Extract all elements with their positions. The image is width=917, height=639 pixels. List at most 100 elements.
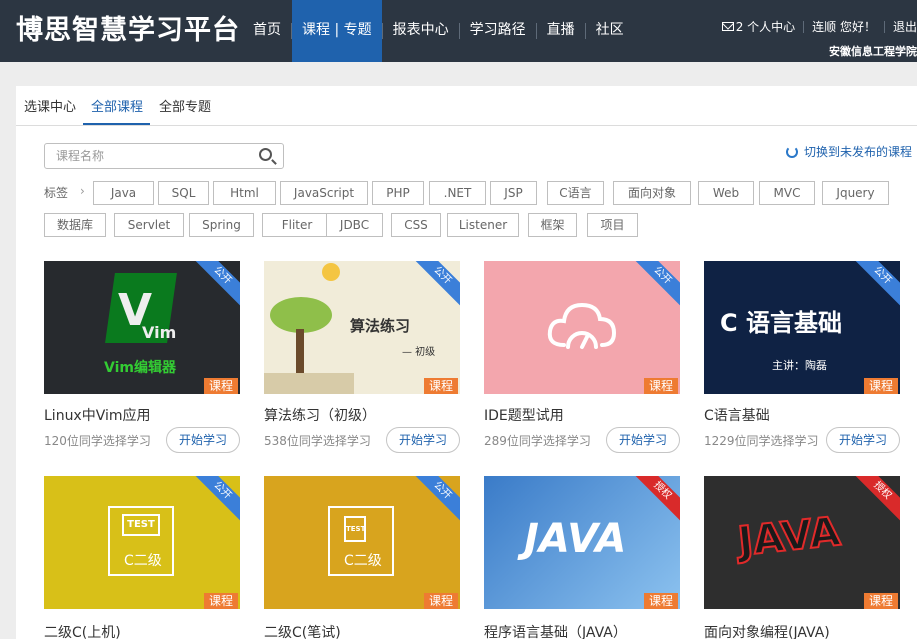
course-badge: 课程	[644, 378, 678, 394]
start-learning-button[interactable]: 开始学习	[826, 427, 900, 453]
user-divider	[803, 21, 804, 33]
course-title[interactable]: C语言基础	[704, 405, 770, 425]
start-learning-button[interactable]: 开始学习	[606, 427, 680, 453]
tab-all-courses[interactable]: 全部课程	[91, 96, 143, 115]
learner-count: 120位同学选择学习	[44, 432, 151, 449]
tag-database[interactable]: 数据库	[44, 213, 106, 237]
visibility-ribbon: 公开	[848, 261, 900, 310]
course-thumbnail[interactable]: TEST C二级 公开 课程	[44, 476, 240, 609]
active-tab-indicator	[83, 123, 150, 125]
tag-c-language[interactable]: C语言	[547, 181, 604, 205]
ground-illustration	[264, 373, 354, 394]
course-thumbnail[interactable]: C 语言基础 主讲：陶磊 公开 课程	[704, 261, 900, 394]
switch-unpublished-link[interactable]: 切换到未发布的课程	[786, 143, 912, 160]
course-thumbnail[interactable]: V Vim Vim编辑器 公开 课程	[44, 261, 240, 394]
learner-count: 1229位同学选择学习	[704, 432, 819, 449]
visibility-ribbon: 公开	[188, 476, 240, 525]
nav-live[interactable]: 直播	[537, 0, 585, 62]
nav-home[interactable]: 首页	[243, 0, 291, 62]
course-badge: 课程	[644, 593, 678, 609]
course-title[interactable]: 面向对象编程(JAVA)	[704, 622, 830, 639]
learner-count: 289位同学选择学习	[484, 432, 591, 449]
user-divider	[884, 21, 885, 33]
course-card[interactable]: TEST C二级 公开 课程 二级C(笔试)	[264, 476, 460, 609]
tag-spring[interactable]: Spring	[189, 213, 254, 237]
course-thumbnail[interactable]: TEST C二级 公开 课程	[264, 476, 460, 609]
nav-learning-path[interactable]: 学习路径	[460, 0, 536, 62]
learner-count: 538位同学选择学习	[264, 432, 371, 449]
tag-jdbc[interactable]: JDBC	[326, 213, 383, 237]
course-thumbnail[interactable]: JAVA 授权 课程	[704, 476, 900, 609]
tag-project[interactable]: 项目	[587, 213, 638, 237]
course-card[interactable]: C 语言基础 主讲：陶磊 公开 课程 C语言基础 1229位同学选择学习 开始学…	[704, 261, 900, 394]
course-thumbnail[interactable]: 算法练习 — 初级 公开 课程	[264, 261, 460, 394]
course-badge: 课程	[204, 593, 238, 609]
tag-jsp[interactable]: JSP	[490, 181, 537, 205]
course-thumbnail[interactable]: JAVA 授权 课程	[484, 476, 680, 609]
tag-javascript[interactable]: JavaScript	[280, 181, 368, 205]
tag-framework[interactable]: 框架	[528, 213, 577, 237]
tag-servlet[interactable]: Servlet	[114, 213, 184, 237]
tag-html[interactable]: Html	[213, 181, 276, 205]
search-input[interactable]	[45, 144, 245, 168]
visibility-ribbon: 公开	[408, 476, 460, 525]
personal-center-link[interactable]: 2 个人中心	[736, 18, 795, 35]
user-area: 2 个人中心 连顺 您好！ 退出	[722, 18, 917, 35]
tag-mvc[interactable]: MVC	[759, 181, 815, 205]
tag-web[interactable]: Web	[698, 181, 754, 205]
mail-icon[interactable]	[722, 22, 734, 31]
switch-link-label: 切换到未发布的课程	[804, 143, 912, 160]
tag-css[interactable]: CSS	[391, 213, 441, 237]
course-card[interactable]: JAVA 授权 课程 面向对象编程(JAVA)	[704, 476, 900, 609]
test-paper-label: TEST	[344, 516, 366, 542]
tag-php[interactable]: PHP	[372, 181, 424, 205]
course-panel: 选课中心 全部课程 全部专题 切换到未发布的课程 标签 › Java SQL H…	[16, 86, 917, 639]
tab-all-topics[interactable]: 全部专题	[159, 96, 211, 115]
start-learning-button[interactable]: 开始学习	[166, 427, 240, 453]
school-name: 安徽信息工程学院	[829, 43, 917, 59]
tag-dotnet[interactable]: .NET	[429, 181, 486, 205]
start-learning-button[interactable]: 开始学习	[386, 427, 460, 453]
main-nav: 首页 课程 | 专题 报表中心 学习路径 直播 社区	[243, 0, 634, 62]
tab-bar: 选课中心 全部课程 全部专题	[16, 86, 917, 126]
tag-jquery[interactable]: Jquery	[822, 181, 889, 205]
cloud-icon	[546, 297, 618, 355]
search-box	[44, 143, 284, 169]
visibility-ribbon: 公开	[188, 261, 240, 310]
top-navigation-bar: 博思智慧学习平台 首页 课程 | 专题 报表中心 学习路径 直播 社区 2 个人…	[0, 0, 917, 62]
tab-course-selection[interactable]: 选课中心	[24, 96, 76, 115]
thumbnail-caption: JAVA	[736, 509, 843, 565]
thumbnail-caption: 算法练习	[350, 315, 410, 336]
course-card[interactable]: 算法练习 — 初级 公开 课程 算法练习（初级） 538位同学选择学习 开始学习	[264, 261, 460, 394]
tag-oop[interactable]: 面向对象	[613, 181, 691, 205]
search-icon[interactable]	[259, 148, 272, 161]
course-thumbnail[interactable]: 公开 课程	[484, 261, 680, 394]
nav-community[interactable]: 社区	[586, 0, 634, 62]
course-card[interactable]: JAVA 授权 课程 程序语言基础（JAVA）	[484, 476, 680, 609]
visibility-ribbon: 授权	[628, 476, 680, 525]
course-title[interactable]: 二级C(笔试)	[264, 622, 341, 639]
thumbnail-caption: C二级	[124, 550, 162, 570]
thumbnail-caption: JAVA	[524, 516, 626, 562]
tag-sql[interactable]: SQL	[158, 181, 209, 205]
course-title[interactable]: 算法练习（初级）	[264, 405, 376, 425]
course-title[interactable]: 二级C(上机)	[44, 622, 121, 639]
vim-logo-text: Vim	[142, 323, 176, 342]
course-card[interactable]: V Vim Vim编辑器 公开 课程 Linux中Vim应用 120位同学选择学…	[44, 261, 240, 394]
tag-java[interactable]: Java	[93, 181, 154, 205]
chevron-right-icon: ›	[80, 184, 85, 198]
platform-logo[interactable]: 博思智慧学习平台	[16, 8, 240, 47]
tag-fliter[interactable]: Fliter	[262, 213, 332, 237]
tag-listener[interactable]: Listener	[447, 213, 519, 237]
tree-trunk	[296, 329, 304, 379]
course-title[interactable]: IDE题型试用	[484, 405, 564, 425]
nav-courses[interactable]: 课程 | 专题	[292, 0, 382, 62]
course-title[interactable]: Linux中Vim应用	[44, 405, 151, 425]
course-card[interactable]: 公开 课程 IDE题型试用 289位同学选择学习 开始学习	[484, 261, 680, 394]
course-title[interactable]: 程序语言基础（JAVA）	[484, 622, 627, 639]
course-badge: 课程	[864, 593, 898, 609]
nav-reports[interactable]: 报表中心	[383, 0, 459, 62]
logout-link[interactable]: 退出	[893, 18, 917, 35]
course-card[interactable]: TEST C二级 公开 课程 二级C(上机)	[44, 476, 240, 609]
thumbnail-caption: Vim编辑器	[104, 357, 176, 377]
